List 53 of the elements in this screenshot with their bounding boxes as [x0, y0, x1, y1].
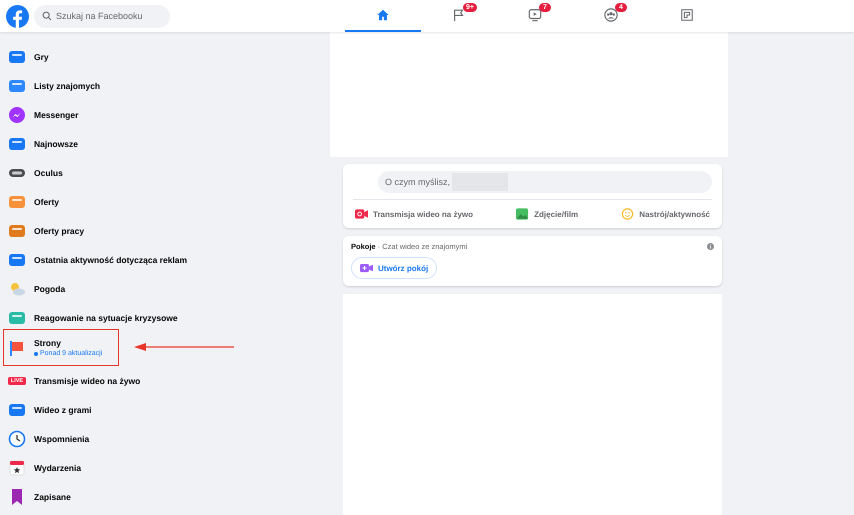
item-label: Reagowanie na sytuacje kryzysowe	[34, 312, 178, 322]
post-field[interactable]: O czym myślisz,	[378, 171, 712, 193]
composer-action[interactable]: Transmisja wideo na żywo	[353, 205, 476, 223]
item-label: Transmisje wideo na żywo	[34, 376, 140, 386]
sidebar-item[interactable]: Oferty	[0, 187, 330, 216]
sidebar-item[interactable]: Messenger	[0, 100, 330, 129]
item-label: Pogoda	[34, 284, 66, 294]
sidebar-item[interactable]: Reagowanie na sytuacje kryzysowe	[0, 303, 330, 332]
item-label: Najnowsze	[34, 138, 78, 148]
item-label: Oculus	[34, 168, 63, 178]
create-room-button[interactable]: Utwórz pokój	[351, 257, 438, 279]
sidebar-item[interactable]: Gry	[0, 42, 330, 71]
item-label: Listy znajomych	[34, 80, 100, 90]
item-label: Wideo z grami	[34, 404, 92, 414]
item-label: Oferty pracy	[34, 226, 84, 236]
video-plus-icon	[360, 262, 373, 274]
flag-icon	[8, 338, 26, 356]
item-label: Zapisane	[34, 492, 71, 502]
item-label: Wspomnienia	[34, 434, 90, 444]
search-icon	[42, 11, 52, 21]
sidebar-item[interactable]: Listy znajomych	[0, 71, 330, 100]
clock-icon	[8, 430, 26, 448]
item-label: Ostatnia aktywność dotycząca reklam	[34, 254, 188, 264]
video-icon	[528, 8, 542, 22]
item-label: Messenger	[34, 110, 78, 120]
smiley-icon	[621, 208, 634, 220]
item-label: Strony	[34, 338, 62, 348]
sidebar-item[interactable]: Wspomnienia	[0, 424, 330, 453]
item-label: Wydarzenia	[34, 462, 82, 472]
messenger-icon	[8, 106, 26, 124]
gaming-icon	[680, 8, 694, 22]
sidebar-item[interactable]: Ostatnia aktywność dotycząca reklam	[0, 245, 330, 274]
sidebar-item[interactable]: Zapisane	[0, 482, 330, 511]
home-icon	[376, 8, 390, 22]
video-camera-icon	[355, 208, 368, 220]
item-label: Gry	[34, 52, 49, 62]
sidebar-item[interactable]: Wideo z grami	[0, 395, 330, 424]
sidebar-item[interactable]: Wydarzenia	[0, 453, 330, 482]
photo-icon	[516, 208, 530, 220]
sidebar-item[interactable]: Oculus	[0, 158, 330, 187]
composer-action[interactable]: Zdjęcie/film	[514, 205, 580, 223]
composer-action[interactable]: Nastrój/aktywność	[619, 205, 712, 223]
item-label: Oferty	[34, 196, 60, 206]
search-field[interactable]: Szukaj na Facebooku	[34, 4, 170, 28]
info-icon[interactable]	[707, 243, 714, 250]
flag-icon	[452, 8, 466, 22]
sidebar-item[interactable]: Pogoda	[0, 274, 330, 303]
sidebar-item[interactable]: Oferty pracy	[0, 216, 330, 245]
groups-icon	[604, 8, 618, 22]
calendar-icon	[8, 458, 26, 476]
prompt-text: O czym myślisz,	[385, 177, 450, 187]
sidebar-item[interactable]: Najnowsze	[0, 129, 330, 158]
facebook-logo[interactable]	[6, 4, 29, 28]
